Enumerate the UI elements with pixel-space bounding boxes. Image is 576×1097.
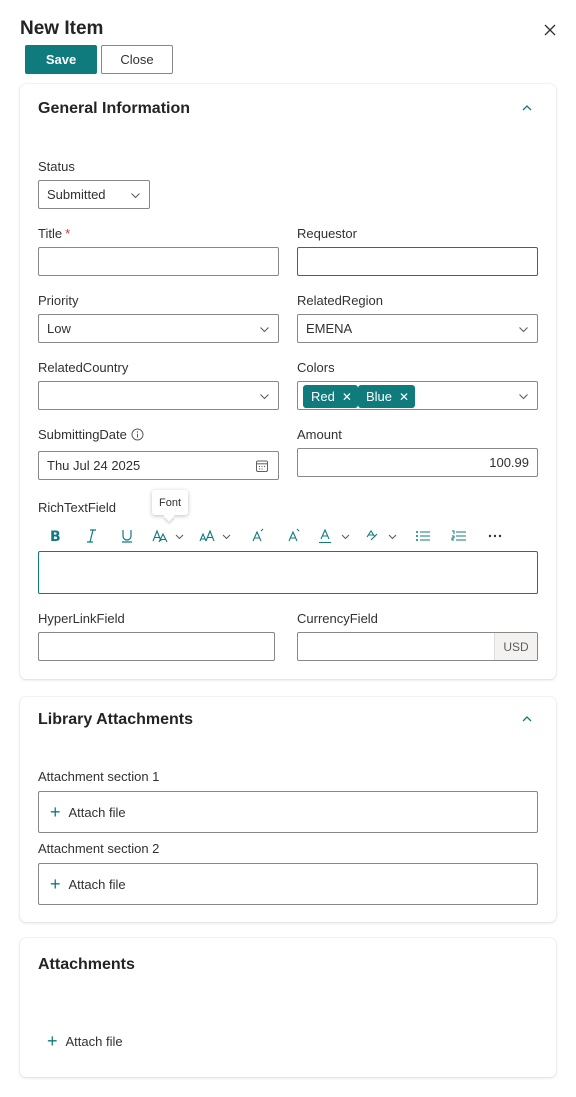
more-options-icon[interactable] [487, 527, 503, 545]
plus-icon: + [47, 1031, 58, 1051]
calendar-icon[interactable] [255, 459, 269, 473]
save-button[interactable]: Save [25, 45, 97, 74]
status-dropdown[interactable]: Submitted [38, 180, 150, 209]
chevron-down-icon [519, 327, 528, 333]
color-tag-blue: Blue ✕ [358, 385, 416, 408]
tag-label: Blue [366, 389, 393, 404]
amount-value: 100.99 [489, 455, 529, 470]
close-button[interactable]: Close [101, 45, 173, 74]
bold-icon[interactable]: B [49, 527, 63, 545]
requestor-input[interactable] [297, 247, 538, 276]
amount-label: Amount [297, 427, 342, 442]
chevron-down-icon [260, 394, 269, 400]
section-title: General Information [38, 100, 191, 117]
info-icon[interactable] [131, 428, 144, 441]
italic-icon[interactable] [84, 527, 98, 545]
chevron-up-icon[interactable] [520, 101, 534, 115]
remove-tag-icon[interactable]: ✕ [342, 390, 352, 404]
attach-file-button-section-1[interactable]: + Attach file [38, 791, 538, 833]
attachments-card: Attachments + Attach file [20, 938, 556, 1077]
currency-input[interactable]: USD [297, 632, 538, 661]
font-color-icon[interactable] [318, 527, 352, 545]
related-region-value: EMENA [306, 321, 353, 336]
close-icon[interactable] [540, 20, 560, 40]
page-title: New Item [20, 18, 104, 39]
rich-text-label: RichTextField [38, 500, 117, 515]
font-size-icon[interactable] [199, 527, 233, 545]
status-label: Status [38, 159, 75, 174]
submitting-date-value: Thu Jul 24 2025 [47, 458, 141, 473]
highlight-icon[interactable] [365, 527, 399, 545]
chevron-up-icon[interactable] [520, 712, 534, 726]
colors-label: Colors [297, 360, 335, 375]
attach-file-label: Attach file [68, 876, 126, 892]
related-country-dropdown[interactable] [38, 381, 279, 410]
status-value: Submitted [47, 187, 106, 202]
section-title: Library Attachments [38, 711, 193, 728]
chevron-down-icon [260, 327, 269, 333]
attach-file-label: Attach file [68, 804, 126, 820]
tag-label: Red [311, 389, 335, 404]
related-country-label: RelatedCountry [38, 360, 129, 375]
chevron-down-icon [519, 394, 528, 400]
priority-label: Priority [38, 293, 79, 308]
remove-tag-icon[interactable]: ✕ [399, 390, 409, 404]
currency-unit: USD [494, 633, 537, 660]
title-label: Title * [38, 226, 71, 241]
decrease-font-icon[interactable] [287, 527, 301, 545]
underline-icon[interactable] [120, 527, 134, 545]
attach-file-label: Attach file [65, 1033, 123, 1049]
title-input[interactable] [38, 247, 279, 276]
priority-value: Low [47, 321, 71, 336]
submitting-date-label: SubmittingDate [38, 427, 144, 442]
attachment-section-2-label: Attachment section 2 [38, 841, 160, 856]
svg-text:B: B [50, 529, 61, 544]
bullet-list-icon[interactable] [415, 527, 431, 545]
submitting-date-picker[interactable]: Thu Jul 24 2025 [38, 451, 279, 480]
colors-multiselect[interactable]: Red ✕ Blue ✕ [297, 381, 538, 410]
hyperlink-input[interactable] [38, 632, 275, 661]
currency-label: CurrencyField [297, 611, 378, 626]
font-icon[interactable] [152, 527, 186, 545]
requestor-label: Requestor [297, 226, 357, 241]
chevron-down-icon [131, 193, 140, 199]
plus-icon: + [50, 874, 61, 894]
attach-file-button-section-2[interactable]: + Attach file [38, 863, 538, 905]
attachment-section-1-label: Attachment section 1 [38, 769, 160, 784]
related-region-label: RelatedRegion [297, 293, 384, 308]
hyperlink-label: HyperLinkField [38, 611, 125, 626]
required-mark: * [65, 226, 71, 241]
related-region-dropdown[interactable]: EMENA [297, 314, 538, 343]
section-title: Attachments [38, 956, 135, 973]
font-tooltip: Font [152, 490, 188, 515]
attach-file-button[interactable]: + Attach file [47, 1032, 123, 1050]
priority-dropdown[interactable]: Low [38, 314, 279, 343]
increase-font-icon[interactable] [251, 527, 265, 545]
amount-input[interactable]: 100.99 [297, 448, 538, 477]
plus-icon: + [50, 802, 61, 822]
rich-text-editor[interactable] [38, 551, 538, 594]
color-tag-red: Red ✕ [303, 385, 358, 408]
numbered-list-icon[interactable] [451, 527, 467, 545]
